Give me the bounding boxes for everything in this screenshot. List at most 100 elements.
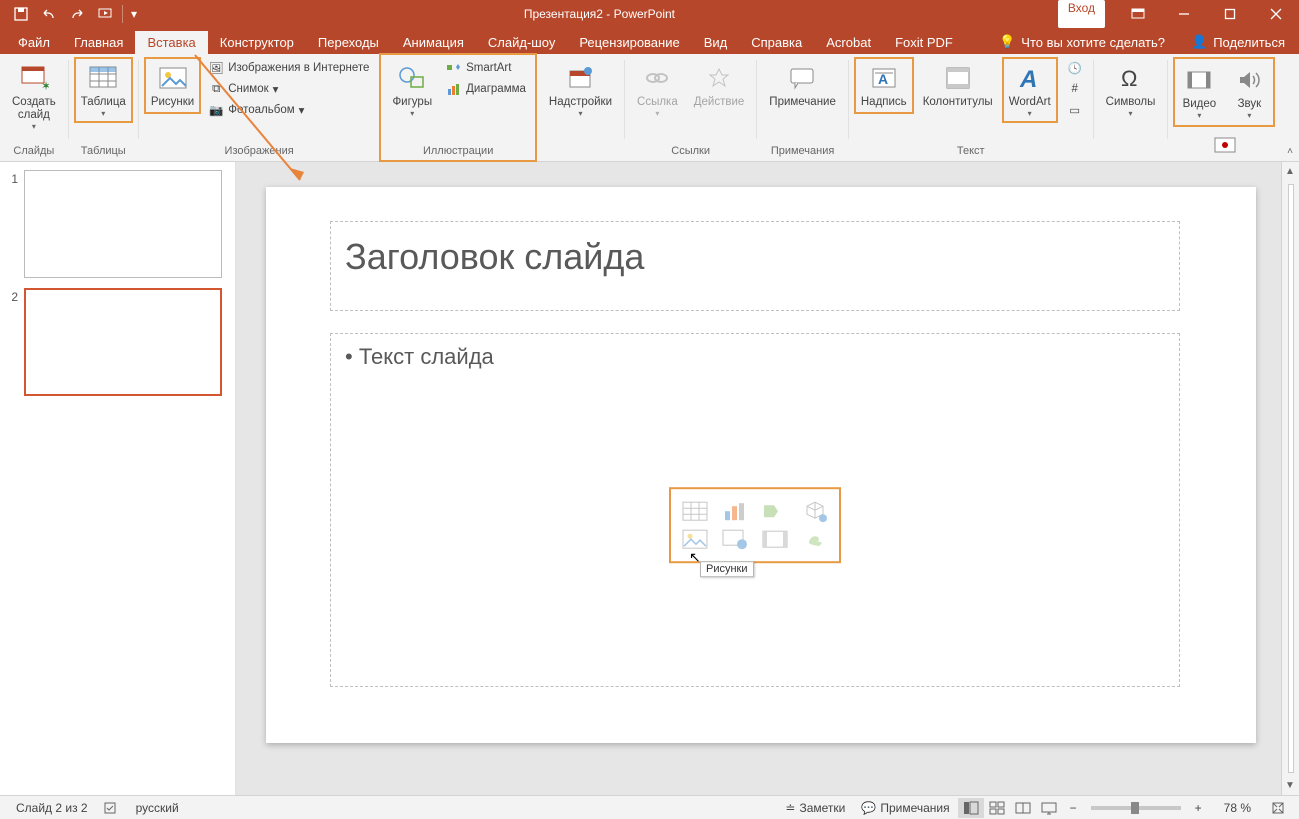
insert-online-pictures-icon[interactable] — [720, 527, 750, 551]
title-placeholder[interactable]: Заголовок слайда — [330, 221, 1180, 311]
table-button[interactable]: Таблица ▾ — [75, 58, 132, 122]
slide-counter[interactable]: Слайд 2 из 2 — [8, 796, 96, 819]
insert-video-icon[interactable] — [760, 527, 790, 551]
svg-text:A: A — [1019, 66, 1037, 91]
language-indicator[interactable]: русский — [128, 796, 187, 819]
chart-button[interactable]: Диаграмма — [442, 79, 530, 99]
tab-foxit[interactable]: Foxit PDF — [883, 31, 965, 54]
date-time-button[interactable]: 🕓 — [1063, 58, 1087, 78]
tab-home[interactable]: Главная — [62, 31, 135, 54]
slideshow-view-icon[interactable] — [1036, 798, 1062, 818]
scroll-down-icon[interactable]: ▼ — [1285, 780, 1295, 791]
tab-file[interactable]: Файл — [6, 31, 62, 54]
quick-access-toolbar: ▾ — [0, 2, 141, 26]
content-tooltip: Рисунки — [700, 561, 754, 577]
start-slideshow-icon[interactable] — [92, 2, 118, 26]
close-icon[interactable] — [1253, 0, 1299, 28]
scroll-track[interactable] — [1288, 184, 1294, 773]
undo-icon[interactable] — [36, 2, 62, 26]
header-footer-button[interactable]: Колонтитулы — [917, 58, 999, 113]
insert-pictures-icon[interactable] — [680, 527, 710, 551]
screenshot-button[interactable]: ⧉Снимок ▾ — [204, 79, 373, 99]
group-tables: Таблица ▾ Таблицы — [69, 54, 138, 161]
tab-design[interactable]: Конструктор — [208, 31, 306, 54]
minimize-icon[interactable] — [1161, 0, 1207, 28]
zoom-in-button[interactable]: + — [1187, 801, 1210, 815]
ribbon-display-options-icon[interactable] — [1115, 0, 1161, 28]
textbox-icon: A — [868, 62, 900, 94]
slide-thumbnail-1[interactable] — [24, 170, 222, 278]
new-slide-button[interactable]: ✶ Создать слайд ▾ — [6, 58, 62, 135]
insert-icon-icon[interactable] — [800, 527, 830, 551]
save-icon[interactable] — [8, 2, 34, 26]
symbols-button[interactable]: Ω Символы ▾ — [1100, 58, 1162, 122]
slide-thumbnail-2[interactable] — [24, 288, 222, 396]
addins-icon — [564, 62, 596, 94]
qat-customize-icon[interactable]: ▾ — [127, 2, 141, 26]
audio-button[interactable]: Звук ▾ — [1226, 60, 1272, 124]
normal-view-icon[interactable] — [958, 798, 984, 818]
vertical-scrollbar[interactable]: ▲ ▼ — [1281, 162, 1299, 795]
zoom-slider[interactable] — [1091, 806, 1181, 810]
insert-smartart-icon[interactable] — [760, 499, 790, 523]
collapse-ribbon-icon[interactable]: ˄ — [1287, 146, 1293, 157]
link-button[interactable]: Ссылка ▾ — [631, 58, 684, 122]
insert-table-icon[interactable] — [680, 499, 710, 523]
video-button[interactable]: Видео ▾ — [1176, 60, 1222, 124]
comment-button[interactable]: Примечание — [763, 58, 842, 113]
scroll-up-icon[interactable]: ▲ — [1285, 166, 1295, 177]
reading-view-icon[interactable] — [1010, 798, 1036, 818]
notes-button[interactable]: ≐Заметки — [777, 796, 853, 819]
sign-in-button[interactable]: Вход — [1058, 0, 1105, 28]
share-button[interactable]: 👤 Поделиться — [1177, 34, 1299, 54]
slide-sorter-view-icon[interactable] — [984, 798, 1010, 818]
spellcheck-icon[interactable] — [96, 796, 128, 819]
shapes-button[interactable]: Фигуры ▾ — [386, 58, 438, 122]
fit-to-window-icon[interactable] — [1265, 798, 1291, 818]
smartart-button[interactable]: SmartArt — [442, 58, 530, 78]
zoom-out-button[interactable]: − — [1062, 801, 1085, 815]
online-pictures-button[interactable]: 🖼Изображения в Интернете — [204, 58, 373, 78]
addins-button[interactable]: Надстройки ▾ — [543, 58, 618, 122]
group-comments: Примечание Примечания — [757, 54, 848, 161]
insert-chart-icon[interactable] — [720, 499, 750, 523]
zoom-percent[interactable]: 78 % — [1216, 801, 1259, 815]
action-button[interactable]: Действие — [688, 58, 751, 113]
tab-slideshow[interactable]: Слайд-шоу — [476, 31, 567, 54]
slide-canvas[interactable]: Заголовок слайда • Текст слайда — [266, 187, 1256, 743]
tab-acrobat[interactable]: Acrobat — [814, 31, 883, 54]
slide-edit-area[interactable]: Заголовок слайда • Текст слайда — [236, 162, 1299, 795]
tab-review[interactable]: Рецензирование — [567, 31, 691, 54]
wordart-button[interactable]: A WordArt ▾ — [1003, 58, 1057, 122]
tab-transitions[interactable]: Переходы — [306, 31, 391, 54]
photo-album-button[interactable]: 📷Фотоальбом ▾ — [204, 100, 373, 120]
redo-icon[interactable] — [64, 2, 90, 26]
content-placeholder[interactable]: • Текст слайда ↖ Рисун — [330, 333, 1180, 687]
ribbon: ✶ Создать слайд ▾ Слайды Таблица ▾ Табли… — [0, 54, 1299, 162]
insert-3dmodel-icon[interactable] — [800, 499, 830, 523]
notes-icon: ≐ — [785, 801, 795, 815]
tab-help[interactable]: Справка — [739, 31, 814, 54]
slide-number-icon: # — [1067, 81, 1083, 97]
thumbnail-row: 2 — [4, 288, 231, 396]
group-text: A Надпись Колонтитулы A WordArt ▾ 🕓 # ▭ … — [849, 54, 1093, 161]
slide-number-button[interactable]: # — [1063, 79, 1087, 99]
mouse-cursor-icon: ↖ — [689, 549, 701, 566]
slide-thumbnails-panel[interactable]: 1 2 — [0, 162, 236, 795]
screenshot-icon: ⧉ — [208, 81, 224, 97]
audio-icon — [1233, 64, 1265, 96]
object-button[interactable]: ▭ — [1063, 100, 1087, 120]
video-icon — [1183, 64, 1215, 96]
tell-me-search[interactable]: 💡 Что вы хотите сделать? — [987, 34, 1177, 54]
pictures-button[interactable]: Рисунки — [145, 58, 200, 113]
maximize-icon[interactable] — [1207, 0, 1253, 28]
tab-view[interactable]: Вид — [692, 31, 740, 54]
share-icon: 👤 — [1191, 34, 1207, 50]
comments-icon: 💬 — [861, 801, 876, 815]
group-illustrations: Фигуры ▾ SmartArt Диаграмма Иллюстрации — [380, 54, 535, 161]
tab-insert[interactable]: Вставка — [135, 31, 207, 54]
textbox-button[interactable]: A Надпись — [855, 58, 913, 113]
tab-animation[interactable]: Анимация — [391, 31, 476, 54]
comments-button[interactable]: 💬Примечания — [853, 796, 957, 819]
zoom-slider-thumb[interactable] — [1131, 802, 1139, 814]
